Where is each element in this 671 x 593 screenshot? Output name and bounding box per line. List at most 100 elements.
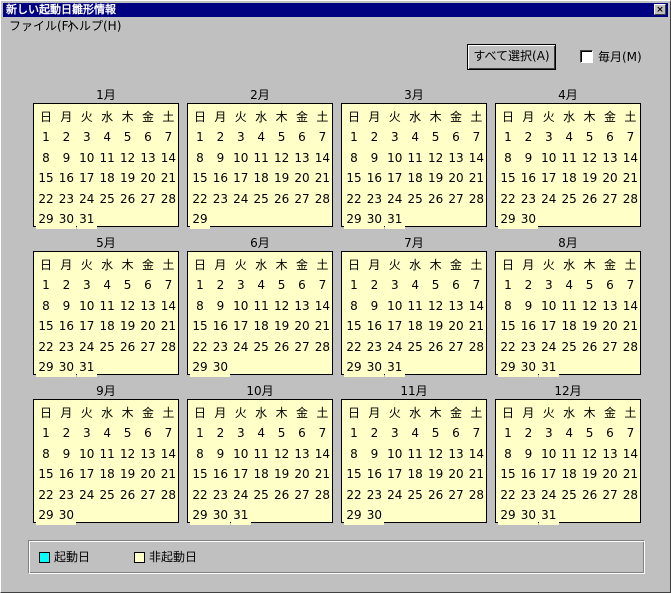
day-cell[interactable]: 31 — [384, 357, 405, 377]
day-cell[interactable]: 22 — [36, 484, 56, 505]
day-cell[interactable]: 22 — [344, 336, 364, 357]
day-cell[interactable]: 4 — [559, 127, 580, 148]
weekday-header[interactable]: 木 — [118, 255, 138, 275]
day-cell[interactable]: 2 — [364, 275, 385, 296]
day-cell[interactable]: 8 — [190, 295, 210, 316]
weekday-header[interactable]: 木 — [272, 403, 292, 423]
day-cell[interactable]: 26 — [425, 336, 446, 357]
day-cell[interactable]: 12 — [271, 295, 292, 316]
day-cell[interactable]: 3 — [76, 423, 97, 444]
day-cell[interactable]: 22 — [498, 188, 518, 209]
day-cell[interactable]: 12 — [425, 295, 446, 316]
day-cell[interactable]: 17 — [76, 464, 97, 485]
weekday-header[interactable]: 日 — [190, 107, 210, 127]
weekday-header[interactable]: 木 — [426, 255, 446, 275]
day-cell[interactable]: 23 — [364, 188, 385, 209]
day-cell[interactable]: 26 — [117, 188, 138, 209]
day-cell[interactable]: 19 — [425, 168, 446, 189]
day-cell[interactable]: 21 — [312, 316, 333, 337]
weekday-header[interactable]: 土 — [466, 403, 486, 423]
day-cell[interactable]: 17 — [538, 464, 559, 485]
day-cell[interactable]: 13 — [600, 295, 620, 316]
day-cell[interactable]: 14 — [312, 295, 333, 316]
day-cell[interactable]: 21 — [466, 168, 487, 189]
day-cell[interactable]: 18 — [559, 464, 580, 485]
weekday-header[interactable]: 月 — [364, 255, 384, 275]
day-cell[interactable]: 28 — [620, 336, 641, 357]
day-cell[interactable]: 28 — [466, 484, 487, 505]
day-cell[interactable]: 26 — [579, 336, 600, 357]
day-cell[interactable]: 30 — [364, 209, 385, 229]
day-cell[interactable]: 11 — [97, 295, 118, 316]
day-cell[interactable]: 11 — [251, 147, 272, 168]
day-cell[interactable]: 19 — [117, 316, 138, 337]
day-cell[interactable]: 24 — [384, 484, 405, 505]
day-cell[interactable]: 11 — [559, 443, 580, 464]
day-cell[interactable]: 25 — [251, 336, 272, 357]
weekday-header[interactable]: 金 — [446, 107, 466, 127]
day-cell[interactable]: 13 — [292, 147, 312, 168]
day-cell[interactable]: 29 — [190, 357, 210, 377]
day-cell[interactable]: 31 — [76, 209, 97, 229]
day-cell[interactable]: 6 — [292, 127, 312, 148]
weekday-header[interactable]: 水 — [405, 107, 425, 127]
day-cell[interactable]: 23 — [364, 484, 385, 505]
day-cell[interactable]: 25 — [559, 188, 580, 209]
day-cell[interactable]: 21 — [312, 464, 333, 485]
day-cell[interactable]: 3 — [230, 127, 251, 148]
weekday-header[interactable]: 金 — [600, 403, 620, 423]
day-cell[interactable]: 7 — [466, 127, 487, 148]
weekday-header[interactable]: 水 — [97, 403, 117, 423]
day-cell[interactable]: 17 — [384, 316, 405, 337]
day-cell[interactable]: 13 — [446, 295, 466, 316]
weekday-header[interactable]: 月 — [56, 107, 76, 127]
day-cell[interactable]: 15 — [498, 316, 518, 337]
day-cell[interactable]: 7 — [620, 127, 641, 148]
day-cell[interactable]: 25 — [405, 188, 426, 209]
weekday-header[interactable]: 土 — [312, 107, 332, 127]
weekday-header[interactable]: 木 — [580, 255, 600, 275]
day-cell[interactable]: 31 — [230, 505, 251, 525]
weekday-header[interactable]: 日 — [344, 255, 364, 275]
day-cell[interactable]: 16 — [56, 168, 77, 189]
day-cell[interactable]: 25 — [405, 484, 426, 505]
weekday-header[interactable]: 月 — [518, 107, 538, 127]
day-cell[interactable]: 27 — [600, 188, 620, 209]
day-cell[interactable]: 23 — [56, 188, 77, 209]
weekday-header[interactable]: 水 — [405, 403, 425, 423]
day-cell[interactable]: 13 — [600, 443, 620, 464]
day-cell[interactable]: 2 — [56, 275, 77, 296]
weekday-header[interactable]: 月 — [518, 255, 538, 275]
day-cell[interactable]: 2 — [518, 275, 539, 296]
day-cell[interactable]: 2 — [210, 275, 231, 296]
day-cell[interactable]: 24 — [384, 336, 405, 357]
day-cell[interactable]: 18 — [405, 168, 426, 189]
weekday-header[interactable]: 木 — [426, 107, 446, 127]
day-cell[interactable]: 9 — [518, 443, 539, 464]
day-cell[interactable]: 28 — [158, 336, 179, 357]
day-cell[interactable]: 19 — [271, 464, 292, 485]
day-cell[interactable]: 26 — [271, 484, 292, 505]
day-cell[interactable]: 19 — [579, 316, 600, 337]
day-cell[interactable]: 21 — [620, 464, 641, 485]
day-cell[interactable]: 15 — [190, 168, 210, 189]
day-cell[interactable]: 12 — [579, 443, 600, 464]
day-cell[interactable]: 13 — [138, 295, 158, 316]
day-cell[interactable]: 15 — [190, 464, 210, 485]
weekday-header[interactable]: 土 — [620, 107, 640, 127]
day-cell[interactable]: 10 — [538, 295, 559, 316]
day-cell[interactable]: 3 — [76, 275, 97, 296]
weekday-header[interactable]: 月 — [210, 403, 230, 423]
day-cell[interactable]: 13 — [138, 147, 158, 168]
day-cell[interactable]: 25 — [97, 484, 118, 505]
day-cell[interactable]: 24 — [230, 336, 251, 357]
day-cell[interactable]: 8 — [498, 443, 518, 464]
day-cell[interactable]: 24 — [76, 484, 97, 505]
day-cell[interactable]: 29 — [190, 505, 210, 525]
day-cell[interactable]: 9 — [364, 443, 385, 464]
day-cell[interactable]: 4 — [251, 423, 272, 444]
day-cell[interactable]: 4 — [405, 127, 426, 148]
day-cell[interactable]: 27 — [446, 484, 466, 505]
day-cell[interactable]: 18 — [251, 316, 272, 337]
day-cell[interactable]: 16 — [364, 316, 385, 337]
